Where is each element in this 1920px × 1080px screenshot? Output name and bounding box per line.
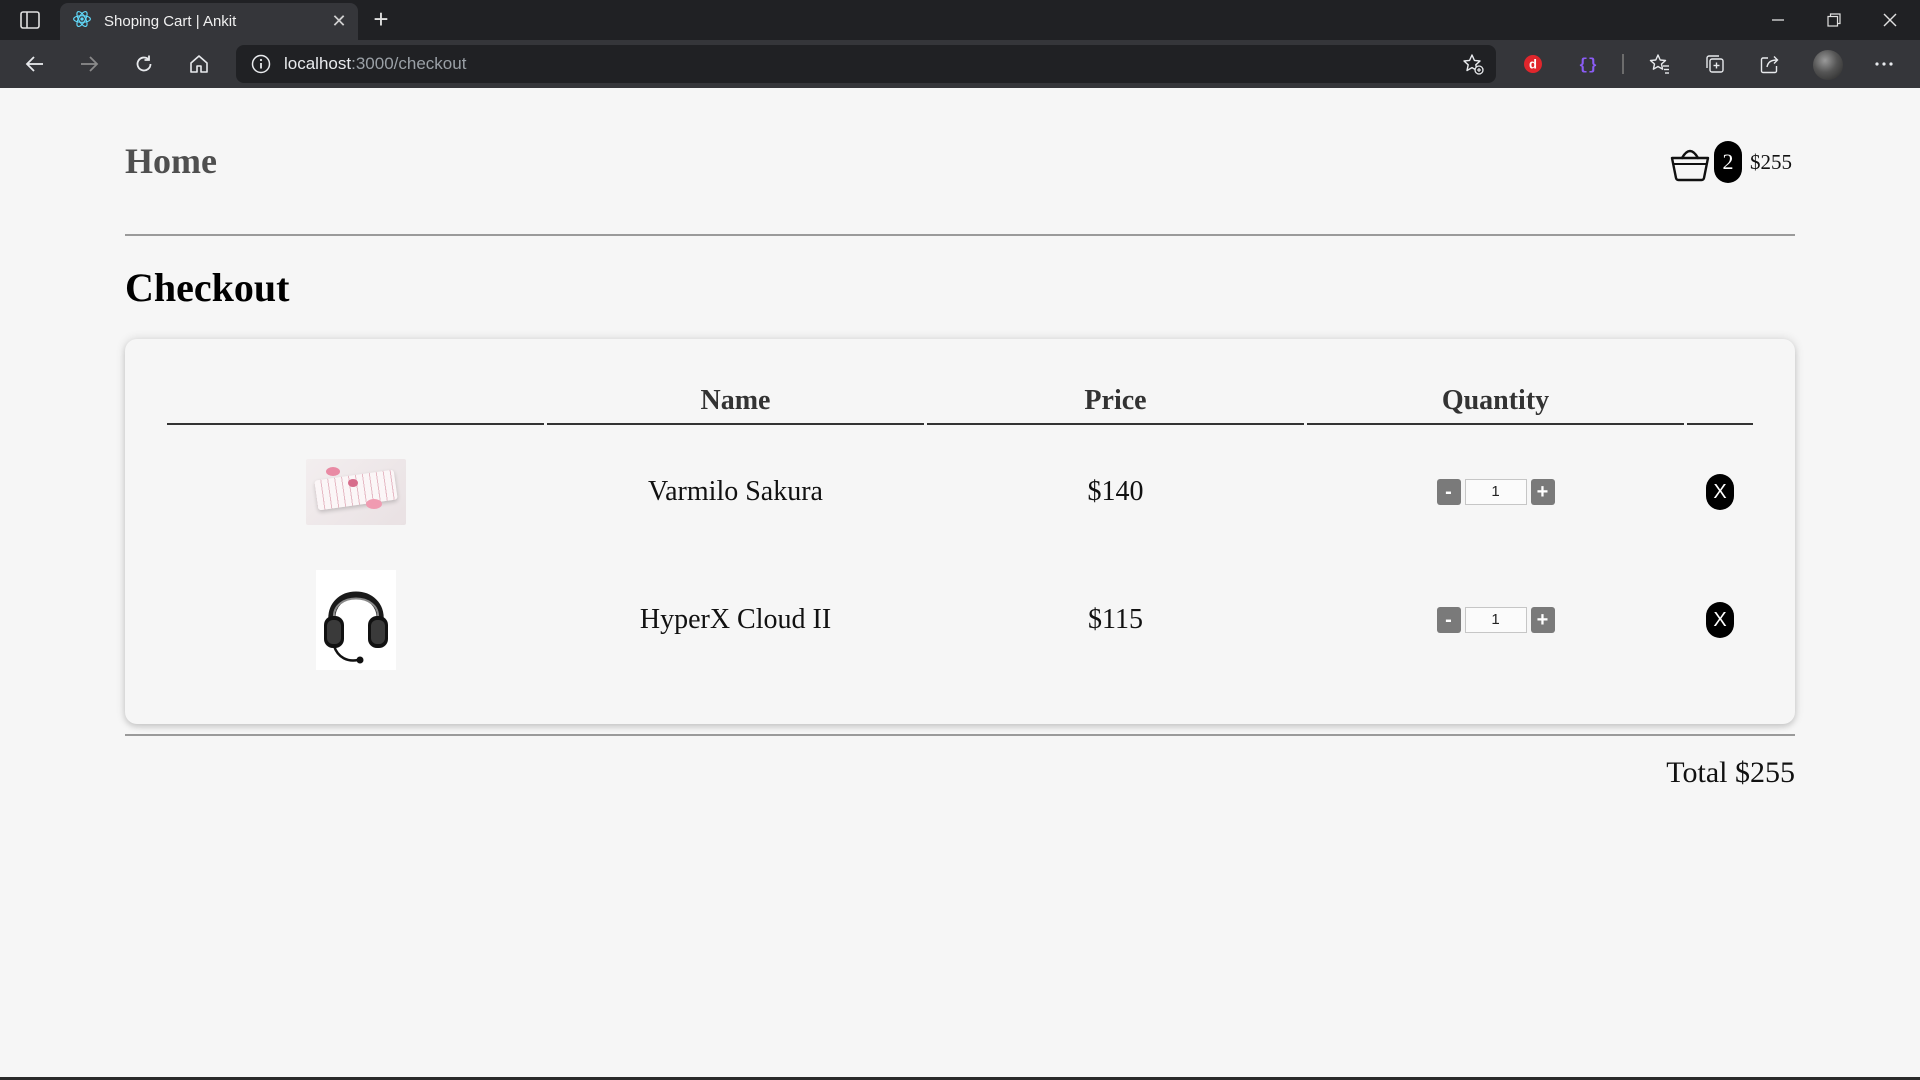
extension-braces-icon[interactable]: {} [1572,49,1604,79]
window-close-icon[interactable] [1862,0,1918,40]
decrease-quantity-button[interactable]: - [1436,479,1461,505]
restore-icon[interactable] [1806,0,1862,40]
product-name: HyperX Cloud II [639,604,832,635]
column-header-quantity: Quantity [1307,383,1684,425]
tab-actions-icon[interactable] [14,8,46,32]
profile-avatar[interactable] [1813,50,1843,80]
home-link[interactable]: Home [125,140,217,182]
tab-close-icon[interactable]: ✕ [326,11,352,32]
forward-icon[interactable] [72,48,106,80]
url-path: :3000/checkout [351,54,467,73]
column-header-remove [1687,383,1753,425]
reload-icon[interactable] [127,48,161,80]
product-price: $140 [1087,476,1144,507]
checkout-page: Home 2 $255 Checkout Name Price Quantity [0,88,1920,1078]
quantity-stepper: - 1 + [1307,437,1684,547]
increase-quantity-button[interactable]: + [1530,479,1555,505]
extension-red-icon[interactable]: d [1517,49,1549,79]
home-icon[interactable] [182,48,216,80]
address-bar[interactable]: localhost:3000/checkout [236,45,1496,83]
cart-count-badge: 2 [1714,141,1742,183]
product-image-cell [167,437,544,547]
remove-cell: X [1687,561,1753,679]
decrease-quantity-button[interactable]: - [1436,607,1461,633]
table-row: HyperX Cloud II $115 - 1 + X [167,561,1753,679]
toolbar-separator [1622,54,1624,74]
share-icon[interactable] [1754,49,1786,79]
browser-tab-active[interactable]: Shoping Cart | Ankit ✕ [60,3,358,40]
cart-table-card: Name Price Quantity Varmilo Sakura $140 … [125,339,1795,724]
remove-cell: X [1687,437,1753,547]
add-favorite-icon[interactable] [1460,52,1486,76]
table-header: Name Price Quantity [167,383,1753,425]
increase-quantity-button[interactable]: + [1530,607,1555,633]
cart-total: $255 [1750,149,1792,174]
new-tab-button[interactable]: + [366,6,396,32]
page-title: Checkout [125,265,290,310]
collections-icon[interactable] [1699,49,1731,79]
site-info-icon[interactable] [250,53,272,75]
cart-summary[interactable]: 2 $255 [1668,140,1792,184]
minimize-icon[interactable] [1750,0,1806,40]
header-divider [125,234,1795,236]
quantity-input[interactable]: 1 [1464,479,1527,505]
column-header-image [167,383,544,425]
back-icon[interactable] [18,48,52,80]
tab-title: Shoping Cart | Ankit [104,13,237,30]
headset-product-image [315,570,396,670]
remove-item-button[interactable]: X [1706,602,1734,638]
browser-toolbar: localhost:3000/checkout d {} [0,40,1920,88]
react-icon [72,9,92,34]
quantity-input[interactable]: 1 [1464,607,1527,633]
product-price: $115 [1088,604,1143,635]
basket-icon [1668,140,1712,184]
product-image-cell [167,561,544,679]
summary-divider [125,734,1795,736]
svg-text:d: d [1529,57,1537,72]
table-row: Varmilo Sakura $140 - 1 + X [167,437,1753,547]
more-options-icon[interactable] [1868,49,1900,79]
url-text: localhost:3000/checkout [284,54,466,74]
order-total: Total $255 [1666,756,1795,789]
product-name: Varmilo Sakura [648,476,823,507]
keyboard-product-image [305,459,406,525]
column-header-price: Price [927,383,1304,425]
column-header-name: Name [547,383,924,425]
remove-item-button[interactable]: X [1706,474,1734,510]
quantity-stepper: - 1 + [1307,561,1684,679]
svg-text:{}: {} [1578,56,1597,74]
favorites-icon[interactable] [1644,49,1676,79]
browser-tab-strip: Shoping Cart | Ankit ✕ + [0,0,1920,40]
url-host: localhost [284,54,352,73]
